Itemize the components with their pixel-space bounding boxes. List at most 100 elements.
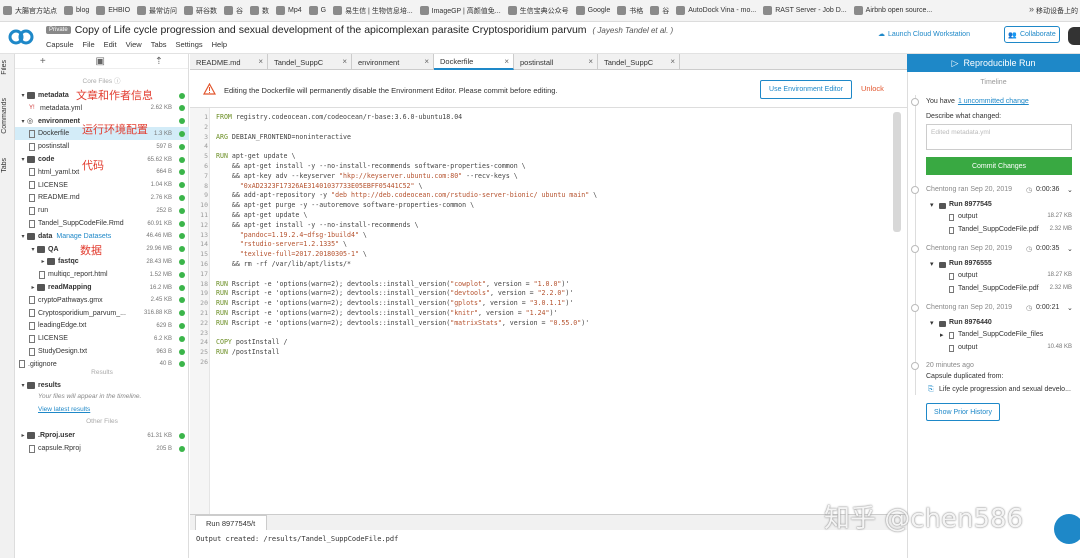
bookmark-item[interactable]: Google: [575, 6, 610, 15]
bookmark-item[interactable]: blog: [64, 6, 89, 15]
menu-edit[interactable]: Edit: [104, 40, 117, 49]
file-row[interactable]: ▸ fastqc 28.43 MB: [15, 255, 189, 268]
expand-arrow-icon[interactable]: ▾: [19, 233, 27, 240]
run-output-item[interactable]: output: [958, 272, 977, 279]
run-name[interactable]: Run 8976440: [949, 319, 992, 326]
view-latest-results-link[interactable]: View latest results: [38, 406, 90, 413]
file-row[interactable]: ▾ data Manage Datasets 46.46 MB: [15, 230, 189, 243]
bookmark-item[interactable]: G: [308, 6, 326, 15]
bookmark-item[interactable]: 易生信 | 生物信息培...: [333, 6, 413, 16]
expand-arrow-icon[interactable]: ▾: [930, 260, 934, 268]
codeocean-logo-icon[interactable]: [8, 27, 34, 47]
editor-scrollbar[interactable]: [893, 112, 901, 232]
collaborate-button[interactable]: 👥 Collaborate: [1004, 26, 1060, 43]
side-tab-files[interactable]: Files: [1, 60, 14, 75]
file-row[interactable]: ▾ QA 29.96 MB: [15, 243, 189, 256]
file-row[interactable]: README.md 2.76 KB: [15, 191, 189, 204]
chat-bubble-icon[interactable]: [1054, 514, 1080, 544]
file-row[interactable]: leadingEdge.txt 629 B: [15, 319, 189, 332]
tab-readmemd[interactable]: README.md ×: [190, 54, 268, 70]
file-row[interactable]: Tandel_SuppCodeFile.Rmd 60.91 KB: [15, 217, 189, 230]
side-tab-commands[interactable]: Commands: [1, 98, 14, 134]
run-output-item[interactable]: Tandel_SuppCodeFile_files: [958, 331, 1043, 338]
more-bookmarks-icon[interactable]: »: [1029, 4, 1034, 14]
bookmark-item[interactable]: 谷: [224, 6, 243, 16]
bookmark-item[interactable]: 书格: [617, 6, 643, 16]
close-tab-icon[interactable]: ×: [258, 57, 263, 66]
tab-dockerfile[interactable]: Dockerfile ×: [434, 54, 514, 70]
tab-postinstall[interactable]: postinstall ×: [514, 54, 598, 70]
close-tab-icon[interactable]: ×: [504, 57, 509, 66]
close-tab-icon[interactable]: ×: [342, 57, 347, 66]
bookmark-item[interactable]: Airbnb open source...: [853, 6, 932, 15]
file-row[interactable]: Y! metadata.yml 2.62 KB: [15, 102, 189, 115]
menu-capsule[interactable]: Capsule: [46, 40, 74, 49]
console-tab[interactable]: Run 8977545/t: [195, 515, 267, 530]
tab-tandelsuppc[interactable]: Tandel_SuppC ×: [268, 54, 352, 70]
file-row[interactable]: Cryptosporidium_parvum_... 316.88 KB: [15, 307, 189, 320]
run-menu-chevron-icon[interactable]: ⌄: [1067, 245, 1073, 253]
expand-arrow-icon[interactable]: ▸: [39, 258, 47, 265]
run-output-item[interactable]: output: [958, 344, 977, 351]
run-output-item[interactable]: Tandel_SuppCodeFile.pdf: [958, 285, 1039, 292]
account-avatar[interactable]: [1068, 27, 1080, 45]
file-row[interactable]: LICENSE 1.04 KB: [15, 179, 189, 192]
file-row[interactable]: run 252 B: [15, 204, 189, 217]
run-output-item[interactable]: Tandel_SuppCodeFile.pdf: [958, 226, 1039, 233]
bookmark-item[interactable]: 生信宝典公众号: [507, 6, 569, 16]
bookmark-item[interactable]: Mp4: [276, 6, 302, 15]
tab-tandelsuppc[interactable]: Tandel_SuppC ×: [598, 54, 680, 70]
run-menu-chevron-icon[interactable]: ⌄: [1067, 304, 1073, 312]
file-row[interactable]: LICENSE 6.2 KB: [15, 332, 189, 345]
run-menu-chevron-icon[interactable]: ⌄: [1067, 186, 1073, 194]
bookmark-item[interactable]: ImageGP | 高颜值免...: [419, 6, 501, 16]
bookmark-item[interactable]: RAST Server - Job D...: [763, 6, 847, 15]
bookmark-item[interactable]: 最常访问: [137, 6, 177, 16]
file-row[interactable]: capsule.Rproj 205 B: [15, 442, 189, 455]
duplicated-from-link[interactable]: Life cycle progression and sexual develo…: [939, 386, 1071, 393]
add-file-icon[interactable]: +: [40, 56, 46, 67]
expand-arrow-icon[interactable]: ▾: [930, 201, 934, 209]
results-folder-row[interactable]: ▾ results: [15, 379, 189, 392]
mobile-bookmarks-folder[interactable]: 移动设备上的: [1036, 0, 1080, 21]
side-tab-tabs[interactable]: Tabs: [1, 158, 14, 173]
run-name[interactable]: Run 8976555: [949, 260, 992, 267]
expand-arrow-icon[interactable]: ▸: [29, 284, 37, 291]
expand-arrow-icon[interactable]: ▸: [19, 432, 27, 439]
close-tab-icon[interactable]: ×: [670, 57, 675, 66]
bookmark-item[interactable]: 研谷数: [184, 6, 217, 16]
manage-datasets-link[interactable]: Manage Datasets: [56, 233, 111, 240]
menu-tabs[interactable]: Tabs: [151, 40, 167, 49]
expand-arrow-icon[interactable]: ▸: [940, 331, 944, 339]
file-row[interactable]: StudyDesign.txt 963 B: [15, 345, 189, 358]
bookmark-item[interactable]: EHBIO: [96, 6, 130, 15]
upload-icon[interactable]: ⇡: [155, 56, 163, 67]
launch-workstation-button[interactable]: ☁ Launch Cloud Workstation: [878, 30, 970, 39]
commit-changes-button[interactable]: Commit Changes: [926, 157, 1072, 175]
show-prior-history-button[interactable]: Show Prior History: [926, 403, 1000, 421]
bookmark-item[interactable]: 大腸官方站点: [3, 6, 57, 16]
expand-arrow-icon[interactable]: ▾: [29, 246, 37, 253]
expand-arrow-icon[interactable]: ▾: [19, 382, 27, 389]
menu-view[interactable]: View: [126, 40, 142, 49]
reproducible-run-button[interactable]: ▷ Reproducible Run: [907, 54, 1080, 72]
menu-file[interactable]: File: [83, 40, 95, 49]
menu-settings[interactable]: Settings: [176, 40, 203, 49]
commit-message-input[interactable]: Edited metadata.yml: [926, 124, 1072, 150]
close-tab-icon[interactable]: ×: [588, 57, 593, 66]
expand-arrow-icon[interactable]: ▾: [19, 92, 27, 99]
bookmark-item[interactable]: 数: [250, 6, 269, 16]
file-row[interactable]: postinstall 597 B: [15, 140, 189, 153]
bookmark-item[interactable]: AutoDock Vina - mo...: [676, 6, 756, 15]
use-environment-editor-button[interactable]: Use Environment Editor: [760, 80, 852, 99]
add-folder-icon[interactable]: ▣: [95, 56, 104, 67]
capsule-title[interactable]: Copy of Life cycle progression and sexua…: [75, 24, 587, 36]
unlock-link[interactable]: Unlock: [861, 84, 884, 93]
expand-arrow-icon[interactable]: ▾: [19, 118, 27, 125]
tab-environment[interactable]: environment ×: [352, 54, 434, 70]
menu-help[interactable]: Help: [212, 40, 227, 49]
uncommitted-link[interactable]: 1 uncommitted change: [958, 98, 1029, 105]
bookmark-item[interactable]: 谷: [650, 6, 669, 16]
file-row[interactable]: multiqc_report.html 1.52 MB: [15, 268, 189, 281]
close-tab-icon[interactable]: ×: [424, 57, 429, 66]
